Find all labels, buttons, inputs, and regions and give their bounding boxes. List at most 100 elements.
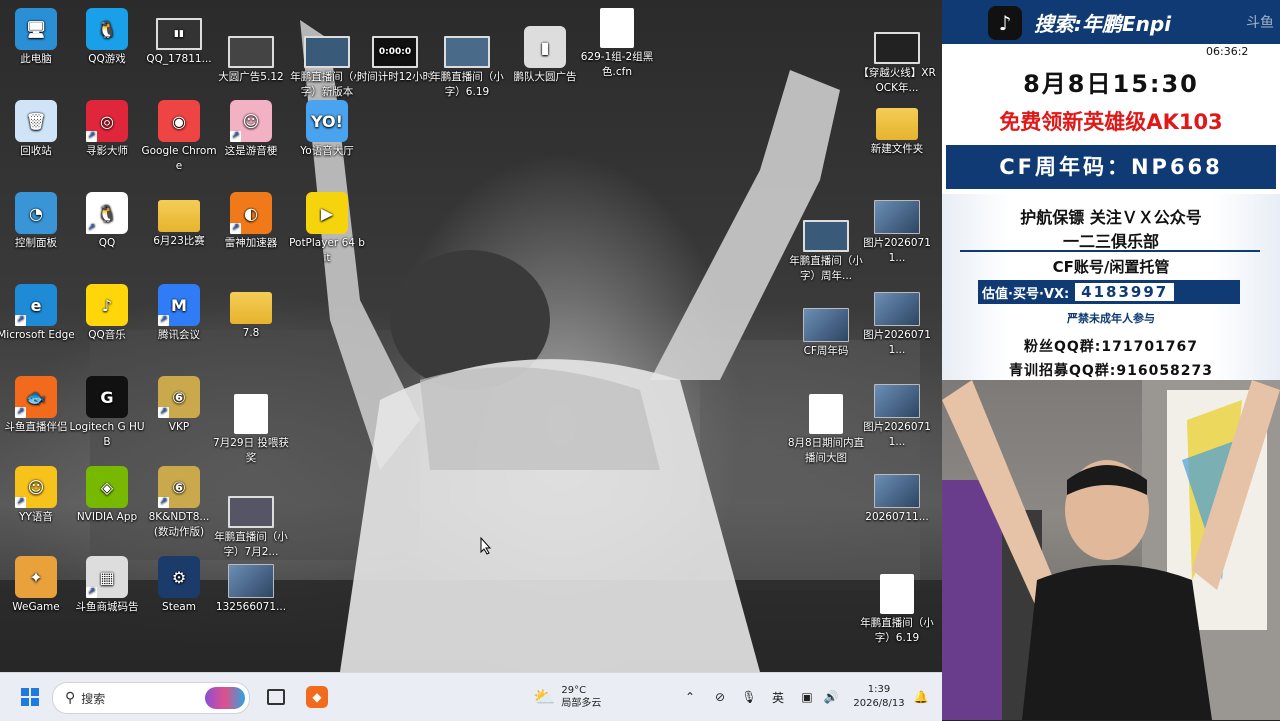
- desktop-icon-label: 大圆广告5.12: [218, 71, 284, 83]
- taskbar-search-box[interactable]: ⚲ 搜索: [52, 682, 250, 714]
- desktop-icon[interactable]: 🐧 ↗ QQ: [68, 192, 146, 251]
- task-view-button[interactable]: [262, 673, 290, 721]
- display-icon[interactable]: ▣: [797, 673, 817, 721]
- desktop-icon[interactable]: ☺ ↗ YY语音: [0, 466, 75, 525]
- desktop-icon[interactable]: 年鹏直播间（小字）7月2...: [212, 486, 290, 560]
- desktop-icon[interactable]: ◐ ↗ 雷神加速器: [212, 192, 290, 251]
- shortcut-arrow-icon: ↗: [158, 315, 169, 326]
- desktop-icon[interactable]: YO! Yo语音大厅: [288, 100, 366, 159]
- minor-warning: 严禁未成年人参与: [1067, 312, 1155, 325]
- desktop-icon[interactable]: 20260711...: [858, 466, 936, 525]
- desktop-icon[interactable]: ◈ NVIDIA App: [68, 466, 146, 525]
- desktop-icon[interactable]: ☺ ↗ 这是游音梗: [212, 100, 290, 159]
- vx-banner: 估值·买号·VX: 4183997: [978, 280, 1240, 304]
- qq-music-icon: ♪: [86, 284, 128, 326]
- desktop-icon[interactable]: 年鹏直播间（小字）新版本: [288, 26, 366, 100]
- desktop-icon-label: QQ游戏: [88, 53, 126, 65]
- image-file-icon: [874, 384, 920, 418]
- windows-logo-icon: [21, 688, 39, 706]
- mouse-cursor-icon: [480, 537, 492, 555]
- xunying-icon: ◎ ↗: [86, 100, 128, 142]
- computer-icon: 🖥: [15, 8, 57, 50]
- douyu-watermark-icon: 斗鱼: [1246, 15, 1274, 31]
- network-disconnected-icon[interactable]: ⊘: [710, 673, 730, 721]
- steam-icon: ⚙: [158, 556, 200, 598]
- desktop-icon[interactable]: ◎ ↗ 寻影大师: [68, 100, 146, 159]
- desktop-icon[interactable]: 图片20260711...: [858, 376, 936, 450]
- search-icon: ⚲: [65, 690, 76, 706]
- desktop-icon[interactable]: 7.8: [212, 284, 290, 341]
- douyu-icon: 🐟 ↗: [15, 376, 57, 418]
- qrcode-icon: ▦ ↗: [86, 556, 128, 598]
- desktop-icon-label: Microsoft Edge: [0, 329, 75, 341]
- desktop-icon-label: 此电脑: [20, 53, 52, 65]
- desktop-icon[interactable]: ▮▮ QQ_17811...: [140, 8, 218, 67]
- show-hidden-icons-chevron-up-icon[interactable]: ⌃: [682, 673, 698, 721]
- desktop-icon[interactable]: 8月8日期间内直播间大图: [787, 394, 865, 466]
- desktop-icon-label: Steam: [162, 601, 196, 613]
- desktop-icon[interactable]: ◉ Google Chrome: [140, 100, 218, 174]
- image-file-icon: [803, 308, 849, 342]
- desktop-icon[interactable]: 🖥 此电脑: [0, 8, 75, 67]
- folder-icon: [158, 200, 200, 232]
- desktop-icon-label: 132566071...: [215, 601, 287, 613]
- desktop-icon[interactable]: 629-1组-2组黑色.cfn: [578, 8, 656, 80]
- desktop-icon[interactable]: 7月29日 投喂获奖: [212, 394, 290, 466]
- start-button[interactable]: [14, 673, 46, 721]
- nvidia-icon: ◈: [86, 466, 128, 508]
- document-icon: [600, 8, 634, 48]
- desktop-icon-label: 时间计时12小时: [356, 71, 434, 83]
- desktop-icon[interactable]: ◔ 控制面板: [0, 192, 75, 251]
- taskbar-clock[interactable]: 1:39 2026/8/13: [848, 673, 910, 721]
- desktop-icon[interactable]: ♪ QQ音乐: [68, 284, 146, 343]
- taskbar-app-douyu[interactable]: ◆: [303, 673, 331, 721]
- volume-icon[interactable]: 🔊: [821, 673, 841, 721]
- chrome-icon: ◉: [158, 100, 200, 142]
- shortcut-arrow-icon: ↗: [86, 223, 97, 234]
- desktop-icon[interactable]: 🗑 回收站: [0, 100, 75, 159]
- desktop-icon[interactable]: ▮ 鹏队大圆广告: [506, 26, 584, 85]
- desktop-icon[interactable]: G Logitech G HUB: [68, 376, 146, 450]
- desktop-icon[interactable]: CF周年码: [787, 300, 865, 359]
- video-file-icon: [228, 496, 274, 528]
- desktop-icon[interactable]: ▦ ↗ 斗鱼商城码告: [68, 556, 146, 615]
- desktop-icon[interactable]: 🐟 ↗ 斗鱼直播伴侣: [0, 376, 75, 435]
- desktop-icon[interactable]: ▶ PotPlayer 64 bit: [288, 192, 366, 266]
- input-method-indicator[interactable]: 英: [768, 673, 788, 721]
- leishen-icon: ◐ ↗: [230, 192, 272, 234]
- desktop-icon[interactable]: 年鹏直播间（小字）6.19: [858, 574, 936, 646]
- desktop-icon[interactable]: 🐧 QQ游戏: [68, 8, 146, 67]
- desktop-icon[interactable]: 6月23比赛: [140, 192, 218, 249]
- taskbar-date: 2026/8/13: [853, 698, 905, 709]
- desktop-icon[interactable]: 图片20260711...: [858, 284, 936, 358]
- desktop-icon-label: QQ_17811...: [146, 53, 212, 65]
- desktop-icon[interactable]: 0:00:0 时间计时12小时: [356, 26, 434, 85]
- desktop-icon[interactable]: e ↗ Microsoft Edge: [0, 284, 75, 343]
- weather-widget[interactable]: ⛅ 29°C 局部多云: [533, 673, 623, 721]
- desktop-icon[interactable]: M ↗ 腾讯会议: [140, 284, 218, 343]
- desktop-icon[interactable]: 年鹏直播间（小字）6.19: [428, 26, 506, 100]
- desktop-icon[interactable]: 【穿越火线】XROCK年...: [858, 22, 936, 96]
- desktop-icon[interactable]: ⚙ Steam: [140, 556, 218, 615]
- panel-clock: 06:36:2: [1206, 45, 1249, 58]
- qq-game-icon: 🐧: [86, 8, 128, 50]
- desktop-icon[interactable]: 图片20260711...: [858, 192, 936, 266]
- image-file-icon: [874, 200, 920, 234]
- microphone-icon[interactable]: 🎙: [740, 673, 758, 721]
- yy-icon: ☺ ↗: [15, 466, 57, 508]
- desktop-icon[interactable]: 132566071...: [212, 556, 290, 615]
- desktop-icon[interactable]: ⑥ ↗ 8K&NDT8... (数动作版): [140, 466, 218, 540]
- desktop-icon[interactable]: ✦ WeGame: [0, 556, 75, 615]
- qq-icon: 🐧 ↗: [86, 192, 128, 234]
- notification-bell-icon[interactable]: 🔔: [912, 673, 930, 721]
- desktop-icon[interactable]: 大圆广告5.12: [212, 26, 290, 85]
- desktop-icon[interactable]: ⑥ ↗ VKP: [140, 376, 218, 435]
- battery-file-icon: ▮: [524, 26, 566, 68]
- tiktok-logo-icon: ♪: [988, 6, 1022, 40]
- desktop-icon-label: 腾讯会议: [158, 329, 200, 341]
- desktop-icon[interactable]: 年鹏直播间（小字）周年...: [787, 210, 865, 284]
- desktop-icon[interactable]: 新建文件夹: [858, 100, 936, 157]
- fans-qq-group: 粉丝QQ群:171701767: [1023, 339, 1199, 355]
- desktop-icon-label: 新建文件夹: [870, 143, 924, 155]
- desktop-icon-label: 8月8日期间内直播间大图: [787, 437, 865, 464]
